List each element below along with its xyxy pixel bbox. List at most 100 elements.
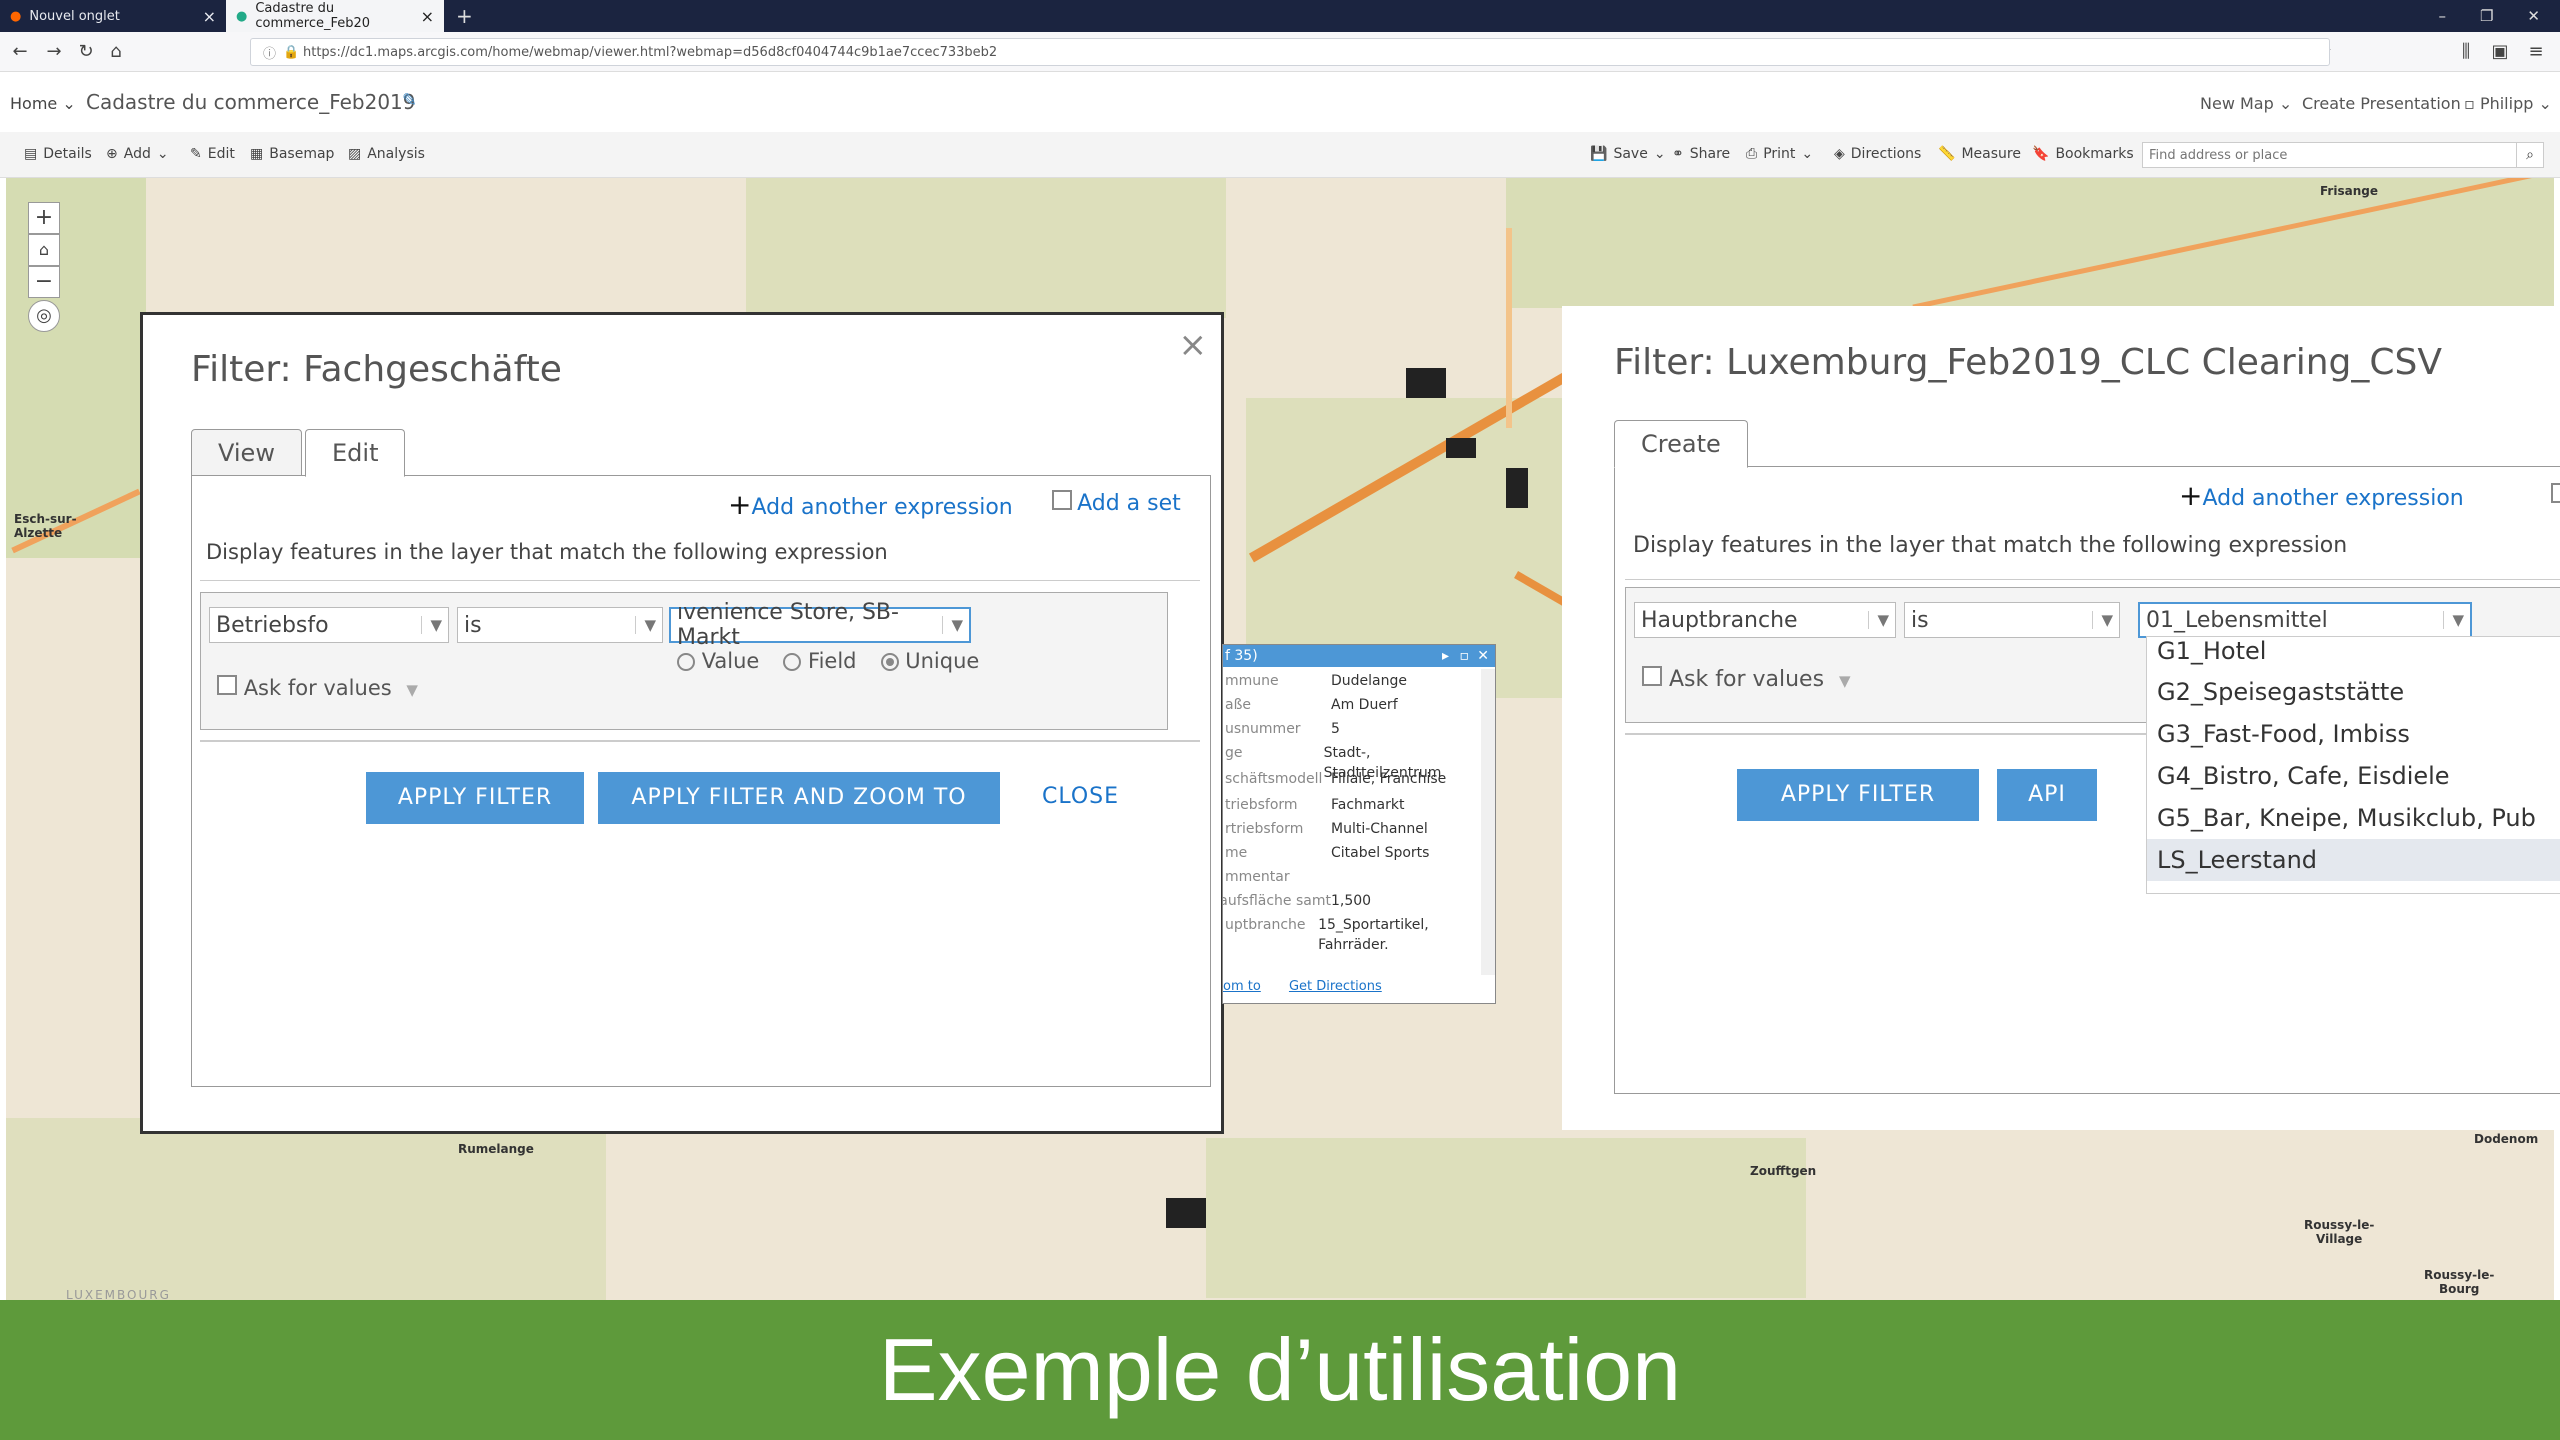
menu-icon[interactable]: ≡ [2524, 40, 2548, 64]
apply-filter-button[interactable]: APPLY FILTER [366, 772, 584, 824]
new-tab-button[interactable]: + [456, 4, 473, 28]
dropdown-option[interactable]: G4_Bistro, Cafe, Eisdiele [2147, 755, 2560, 797]
popup-field-value: Filiale, Franchise [1331, 771, 1447, 787]
add-set-checkbox[interactable] [2551, 483, 2560, 503]
next-icon[interactable]: ▸ [1442, 645, 1449, 667]
home-icon[interactable]: ⌂ [104, 40, 128, 64]
operator-select[interactable]: is ▼ [1904, 602, 2120, 638]
close-icon[interactable]: × [1179, 325, 1208, 365]
add-expression-link[interactable]: +Add another expression [728, 488, 1013, 521]
analysis-label: Analysis [367, 146, 425, 162]
ask-checkbox[interactable] [217, 675, 237, 695]
measure-button[interactable]: 📏 Measure [1938, 146, 2021, 162]
popup-row: ge Stadt-, Stadtteilzentrum [1223, 743, 1481, 781]
lock-icon: 🔒 [283, 44, 300, 60]
tab-cadastre[interactable]: ● Cadastre du commerce_Feb20 × [226, 0, 444, 32]
popup-row: mmune Dudelange [1223, 671, 1481, 695]
dropdown-option[interactable]: G1_Hotel [2147, 637, 2560, 671]
expression-box: Betriebsfo ▼ is ▼ ıvenience Store, SB-Mark… [200, 592, 1168, 730]
search-icon[interactable]: ⌕ [2516, 142, 2544, 168]
pencil-icon[interactable]: ✎ [402, 90, 417, 111]
chevron-down-icon: ▼ [1839, 672, 1851, 690]
dropdown-option-highlighted[interactable]: LS_Leerstand [2147, 839, 2560, 881]
maximize-icon[interactable]: ▫ [1460, 645, 1470, 667]
basemap-button[interactable]: ▦ Basemap [250, 146, 334, 162]
create-presentation-link[interactable]: Create Presentation [2302, 94, 2461, 113]
dropdown-option[interactable]: G3_Fast-Food, Imbiss [2147, 713, 2560, 755]
value-select[interactable]: ıvenience Store, SB-Markt ▼ [669, 600, 971, 650]
ask-for-values[interactable]: Ask for values ▼ [217, 675, 418, 700]
zoom-out-button[interactable]: − [28, 266, 60, 298]
library-icon[interactable]: ⫼ [2454, 40, 2478, 64]
dropdown-option[interactable]: G2_Speisegaststätte [2147, 671, 2560, 713]
tab-edit[interactable]: Edit [305, 429, 406, 477]
home-extent-button[interactable]: ⌂ [28, 234, 60, 266]
radio-unique[interactable]: Unique [880, 649, 979, 673]
search-input[interactable] [2142, 142, 2526, 168]
new-map-label: New Map [2200, 94, 2274, 113]
back-icon[interactable]: ← [8, 40, 32, 64]
edit-button[interactable]: ✎ Edit [190, 146, 235, 162]
apply-filter-zoom-button[interactable]: APPLY FILTER AND ZOOM TO [598, 772, 1000, 824]
save-button[interactable]: 💾 Save ⌄ [1590, 146, 1666, 162]
value-select[interactable]: 01_Lebensmittel ▼ [2138, 602, 2472, 638]
details-button[interactable]: ▤ Details [24, 146, 92, 162]
expression-description: Display features in the layer that match… [206, 540, 888, 564]
field-select[interactable]: Betriebsfo ▼ [209, 607, 449, 643]
reload-icon[interactable]: ↻ [74, 40, 98, 64]
tab-new[interactable]: ● Nouvel onglet × [0, 0, 226, 32]
apply-filter-button[interactable]: APPLY FILTER [1737, 769, 1979, 821]
slide-caption: Exemple d’utilisation [0, 1300, 2560, 1440]
add-button[interactable]: ⊕ Add ⌄ [106, 146, 169, 162]
chevron-down-icon: ▼ [2443, 611, 2464, 629]
map-label: Esch-sur- Alzette [14, 512, 77, 540]
radio-value[interactable]: Value [677, 649, 759, 673]
add-expression-link[interactable]: +Add another expression [2179, 479, 2464, 512]
close-icon[interactable]: ✕ [1477, 645, 1489, 667]
close-icon[interactable]: × [421, 7, 434, 26]
popup-field-value: Dudelange [1331, 673, 1407, 689]
minimize-icon[interactable]: – [2438, 7, 2446, 25]
share-button[interactable]: ⚭ Share [1672, 146, 1730, 162]
ask-for-values[interactable]: Ask for values ▼ [1642, 666, 1851, 692]
directions-button[interactable]: ◈ Directions [1834, 146, 1921, 162]
add-set-checkbox[interactable] [1052, 490, 1072, 510]
tab-view[interactable]: View [191, 429, 302, 477]
forward-icon[interactable]: → [42, 40, 66, 64]
filter-dialog-left: Filter: Fachgeschäfte × View Edit +Add a… [140, 312, 1224, 1134]
operator-value: is [464, 612, 482, 638]
close-icon[interactable]: × [203, 7, 216, 26]
popup-scrollbar[interactable] [1481, 669, 1495, 975]
home-menu[interactable]: Home ⌄ [10, 94, 76, 113]
home-label: Home [10, 94, 58, 113]
add-set-control[interactable] [2551, 483, 2560, 507]
get-directions-link[interactable]: Get Directions [1289, 979, 1382, 994]
zoom-in-button[interactable]: + [28, 202, 60, 234]
tab-create[interactable]: Create [1614, 420, 1748, 468]
zoom-to-link[interactable]: om to [1223, 979, 1261, 994]
operator-select[interactable]: is ▼ [457, 607, 663, 643]
dropdown-option[interactable]: G5_Bar, Kneipe, Musikclub, Pub [2147, 797, 2560, 839]
map-building [1506, 468, 1528, 508]
new-map-menu[interactable]: New Map ⌄ [2200, 94, 2292, 113]
field-select[interactable]: Hauptbranche ▼ [1634, 602, 1896, 638]
map-road [1506, 228, 1512, 428]
sidebar-icon[interactable]: ▣ [2488, 40, 2512, 64]
url-bar[interactable]: ⓘ 🔒 https://dc1.maps.arcgis.com/home/web… [250, 38, 2330, 66]
locate-button[interactable]: ◎ [28, 300, 60, 332]
ask-checkbox[interactable] [1642, 666, 1662, 686]
analysis-button[interactable]: ▨ Analysis [348, 146, 425, 162]
user-menu[interactable]: ▫ Philipp ⌄ [2464, 94, 2552, 113]
bookmarks-button[interactable]: 🔖 Bookmarks [2032, 146, 2134, 162]
radio-field[interactable]: Field [783, 649, 857, 673]
add-set-control[interactable]: Add a set [1052, 490, 1181, 516]
close-window-icon[interactable]: ✕ [2527, 7, 2540, 25]
chevron-down-icon: ▼ [2092, 611, 2113, 629]
apply-filter-zoom-button[interactable]: API [1997, 769, 2097, 821]
popup-field-value: Am Duerf [1331, 697, 1398, 713]
close-button[interactable]: CLOSE [1042, 784, 1119, 809]
print-button[interactable]: ⎙ Print ⌄ [1746, 146, 1813, 162]
feature-popup: f 35) ▸ ▫ ✕ mmune Dudelange aße Am Duerf usn… [1222, 644, 1496, 1004]
restore-icon[interactable]: ❐ [2480, 7, 2493, 25]
operator-value: is [1911, 607, 1929, 633]
